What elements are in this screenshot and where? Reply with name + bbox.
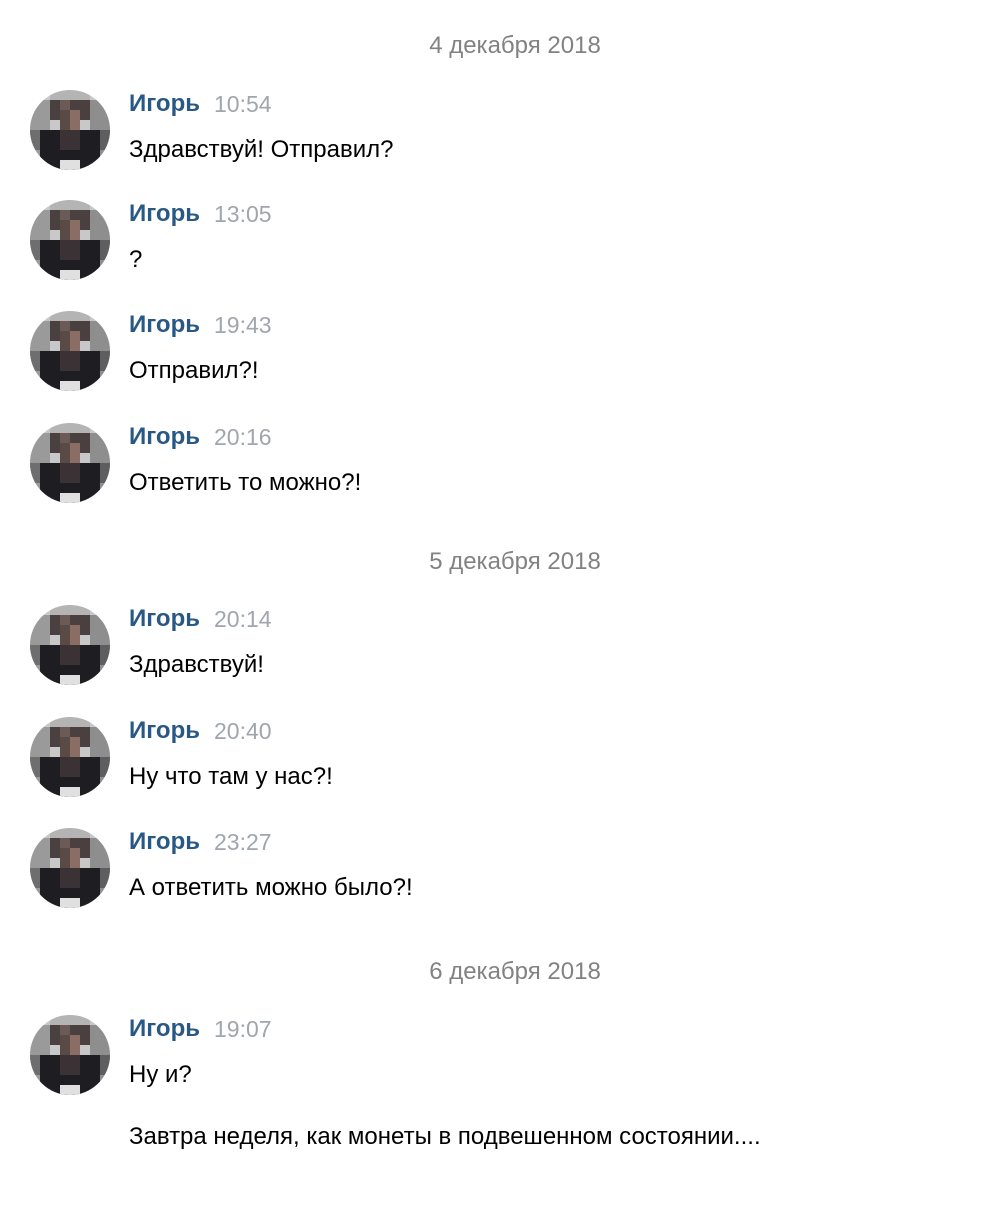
- author-name[interactable]: Игорь: [129, 1015, 200, 1043]
- author-name[interactable]: Игорь: [129, 828, 200, 856]
- avatar[interactable]: [30, 200, 110, 280]
- author-name[interactable]: Игорь: [129, 717, 200, 745]
- avatar[interactable]: [30, 90, 110, 170]
- avatar[interactable]: [30, 828, 110, 908]
- message-text: Ответить то можно?!: [129, 469, 362, 496]
- avatar[interactable]: [30, 605, 110, 685]
- author-name[interactable]: Игорь: [129, 200, 200, 228]
- date-separator-2: 5 декабря 2018: [429, 548, 601, 575]
- message-time[interactable]: 19:43: [214, 311, 272, 339]
- message-text: Здравствуй! Отправил?: [129, 136, 394, 163]
- avatar[interactable]: [30, 1015, 110, 1095]
- message-text: Здравствуй!: [129, 651, 264, 678]
- message-time[interactable]: 23:27: [214, 828, 272, 856]
- message-text: Ну что там у нас?!: [129, 763, 333, 790]
- message-text: А ответить можно было?!: [129, 874, 413, 901]
- author-name[interactable]: Игорь: [129, 90, 200, 118]
- author-name[interactable]: Игорь: [129, 311, 200, 339]
- message-text: ?: [129, 246, 143, 273]
- message-text: Отправил?!: [129, 357, 259, 384]
- date-separator-3: 6 декабря 2018: [429, 958, 601, 985]
- message-time[interactable]: 20:40: [214, 717, 272, 745]
- avatar[interactable]: [30, 717, 110, 797]
- message-text: Завтра неделя, как монеты в подвешенном …: [129, 1123, 761, 1150]
- author-name[interactable]: Игорь: [129, 423, 200, 451]
- message-time[interactable]: 20:16: [214, 423, 272, 451]
- message-time[interactable]: 13:05: [214, 200, 272, 228]
- avatar[interactable]: [30, 423, 110, 503]
- date-separator-1: 4 декабря 2018: [429, 32, 601, 59]
- message-time[interactable]: 19:07: [214, 1015, 272, 1043]
- author-name[interactable]: Игорь: [129, 605, 200, 633]
- message-time[interactable]: 20:14: [214, 605, 272, 633]
- message-time[interactable]: 10:54: [214, 90, 272, 118]
- message-text: Ну и?: [129, 1061, 192, 1088]
- avatar[interactable]: [30, 311, 110, 391]
